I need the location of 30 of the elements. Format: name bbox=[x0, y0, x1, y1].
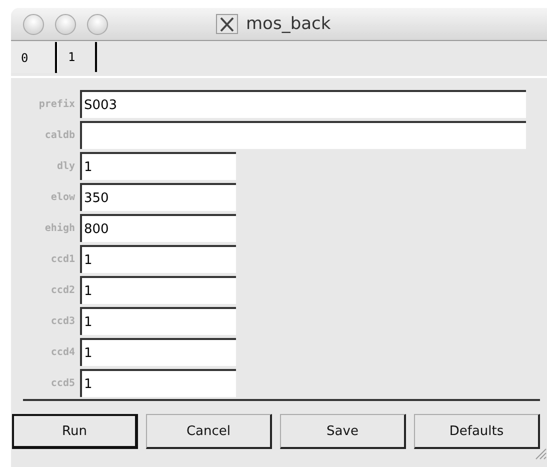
dialog-button[interactable]: Defaults bbox=[414, 414, 540, 449]
input-field[interactable]: 1 bbox=[80, 369, 236, 397]
input-field[interactable]: 800 bbox=[80, 214, 236, 242]
input-field[interactable]: 350 bbox=[80, 183, 236, 211]
x-logo-icon bbox=[216, 14, 238, 34]
dialog-button[interactable]: Run bbox=[12, 414, 138, 449]
field-label: ehigh bbox=[44, 222, 75, 234]
tab[interactable]: 1 bbox=[57, 42, 97, 72]
zoom-icon[interactable] bbox=[87, 14, 108, 34]
field-label: ccd5 bbox=[50, 378, 75, 388]
input-field[interactable]: 1 bbox=[80, 338, 236, 366]
minimize-icon[interactable] bbox=[55, 14, 76, 34]
field-label: ccd2 bbox=[50, 284, 75, 296]
input-field[interactable]: 1 bbox=[80, 152, 236, 180]
field-label: ccd1 bbox=[50, 254, 75, 264]
dialog-button[interactable]: Save bbox=[280, 414, 406, 449]
field-label: caldb bbox=[44, 130, 75, 140]
input-field[interactable]: 1 bbox=[80, 276, 236, 304]
window-title: mos_back bbox=[246, 14, 331, 34]
input-field[interactable]: 1 bbox=[80, 245, 236, 273]
field-label: ccd4 bbox=[50, 346, 75, 358]
close-icon[interactable] bbox=[23, 14, 44, 34]
input-field[interactable]: 1 bbox=[80, 307, 236, 335]
field-label: prefix bbox=[38, 98, 75, 110]
field-label: dly bbox=[56, 160, 75, 172]
input-field[interactable]: S003 bbox=[80, 90, 526, 118]
input-field[interactable] bbox=[80, 121, 526, 149]
field-label: ccd3 bbox=[50, 316, 75, 326]
dialog-button[interactable]: Cancel bbox=[146, 414, 272, 449]
field-label: elow bbox=[50, 192, 75, 202]
